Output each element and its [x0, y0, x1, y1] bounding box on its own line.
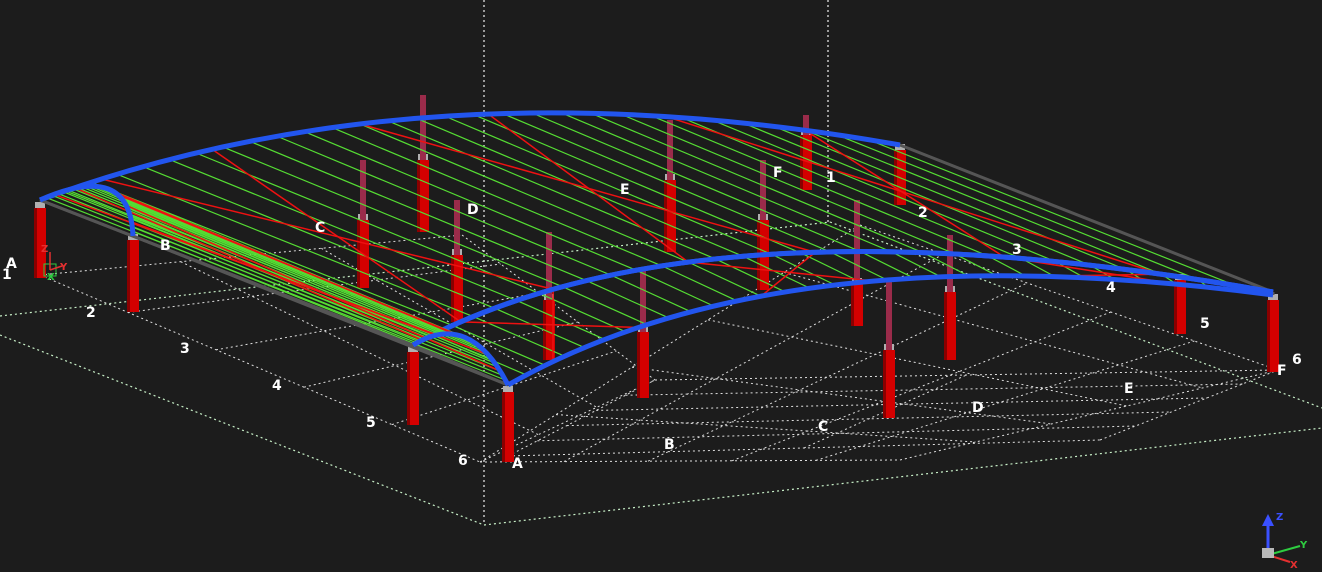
- column-cap: [503, 386, 513, 392]
- grid-letter-label: B: [664, 437, 675, 453]
- grid-number-label: 5: [366, 415, 376, 431]
- purlin: [473, 114, 801, 254]
- boundary-line: [483, 427, 1322, 526]
- upper-roof: [39, 110, 1274, 348]
- arch-rafter: [39, 110, 901, 203]
- grid-letter-label: A: [512, 456, 523, 472]
- purlin: [635, 269, 715, 307]
- column-shade: [1174, 280, 1177, 334]
- purlin: [562, 286, 648, 326]
- column-shade: [34, 208, 37, 278]
- column: [883, 344, 895, 418]
- column-shade: [407, 352, 410, 425]
- upper-grid-a-line: [555, 414, 976, 443]
- lower-roof: [411, 249, 1275, 388]
- purlin: [494, 307, 585, 349]
- triad-z-label: Z: [41, 244, 48, 255]
- 3d-model-viewport[interactable]: 123456ABCD123456ABCDEFEF ZYX ZYX: [0, 0, 1322, 572]
- purlin: [860, 250, 915, 279]
- grid-letter-label: F: [1277, 363, 1287, 379]
- grid-letter-label: E: [620, 182, 630, 198]
- column-shade: [883, 350, 886, 418]
- purlin: [661, 265, 738, 302]
- grid-number-label: 2: [918, 205, 928, 221]
- roofs: [38, 110, 1275, 388]
- upper-grid-b-line: [625, 383, 1243, 396]
- column: [637, 326, 649, 398]
- purlin: [586, 280, 670, 319]
- arch-rafter: [411, 249, 1274, 348]
- column-shade: [664, 180, 667, 252]
- grid-letter-label: F: [773, 165, 783, 181]
- view-z-label: Z: [1276, 512, 1283, 523]
- bracing: [112, 190, 456, 336]
- grid-letter-label: A: [6, 256, 17, 272]
- purlin: [516, 299, 606, 340]
- purlin: [359, 123, 689, 263]
- arch-rafter: [411, 249, 1274, 348]
- purlin: [890, 251, 942, 278]
- view-y-label: Y: [1299, 540, 1308, 551]
- purlin: [688, 261, 762, 297]
- view-z-arrow: [1262, 514, 1274, 526]
- grid-number-label: 4: [1106, 280, 1116, 296]
- view-orientation-triad[interactable]: Z YX: [1262, 512, 1308, 571]
- column-shade: [1267, 300, 1270, 372]
- bracing: [688, 261, 875, 282]
- column: [407, 346, 419, 425]
- upper-grid-a-line: [479, 459, 901, 463]
- purlin: [610, 274, 692, 313]
- purlin: [124, 203, 487, 354]
- roof-post: [947, 235, 953, 292]
- triad-x-label: X: [47, 272, 55, 283]
- upper-grid-a-line: [783, 271, 1203, 389]
- triad-y-label: Y: [59, 262, 68, 273]
- grid-letter-label: D: [972, 400, 984, 416]
- roof-post: [360, 160, 366, 220]
- grid-number-label: 3: [180, 341, 190, 357]
- purlin: [742, 122, 1091, 266]
- purlin: [132, 230, 506, 381]
- column: [127, 234, 139, 312]
- upper-grid-a-line: [815, 340, 1195, 461]
- purlin: [444, 115, 772, 255]
- grid-letter-label: C: [315, 220, 325, 236]
- grid-letter-label: E: [1124, 381, 1134, 397]
- grid-letter-label: C: [818, 419, 828, 435]
- column-shade: [851, 284, 854, 326]
- purlin: [452, 324, 546, 366]
- grid-number-label: 2: [86, 305, 96, 321]
- grid-letter-label: B: [160, 238, 171, 254]
- grid-letter-label: D: [467, 202, 479, 218]
- grid-number-label: 3: [1012, 242, 1022, 258]
- upper-grid-a-line: [707, 319, 1127, 407]
- column-shade: [637, 332, 640, 398]
- purlin: [715, 258, 786, 293]
- grid-labels: 123456ABCD123456ABCDEFEF: [2, 165, 1302, 472]
- upper-grid-b-line: [507, 379, 656, 457]
- column: [1267, 294, 1279, 372]
- structure-scene[interactable]: 123456ABCD123456ABCDEFEF ZYX ZYX: [0, 0, 1322, 572]
- column: [944, 286, 956, 360]
- column-shade: [800, 135, 803, 190]
- roof-post: [886, 282, 892, 350]
- column-shade: [944, 292, 947, 360]
- column: [502, 386, 514, 462]
- grid-number-label: 4: [272, 378, 282, 394]
- view-x-label: X: [1290, 560, 1298, 571]
- upper-grid-a-line: [899, 369, 1279, 461]
- purlin: [123, 200, 484, 351]
- grid-number-label: 6: [1292, 352, 1302, 368]
- view-triad-origin: [1262, 548, 1274, 558]
- grid-number-label: 1: [826, 170, 836, 186]
- grid-number-label: 6: [458, 453, 468, 469]
- grid-number-label: 5: [1200, 316, 1210, 332]
- purlin: [416, 117, 744, 257]
- column-shade: [502, 392, 505, 462]
- column-shade: [127, 240, 130, 312]
- upper-grid-a-line: [631, 366, 1052, 425]
